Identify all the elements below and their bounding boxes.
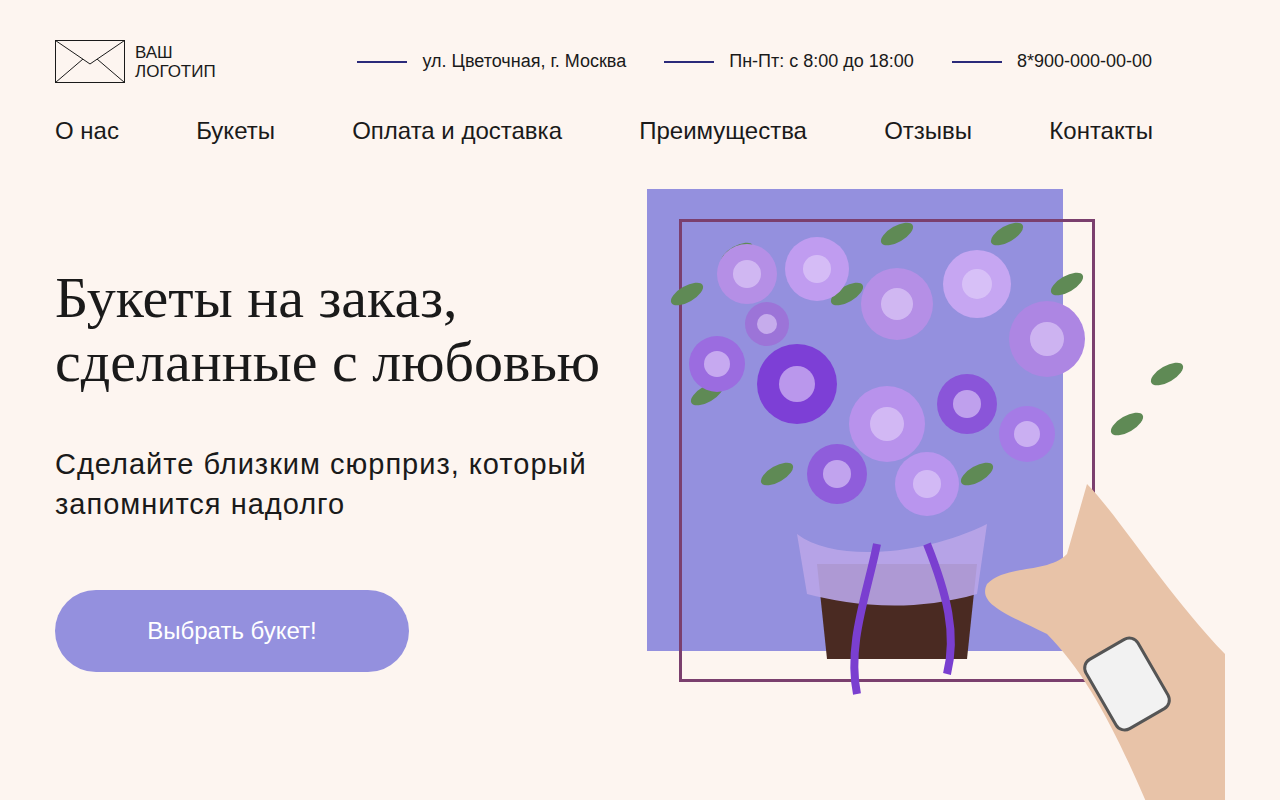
envelope-icon [55, 40, 125, 83]
hero-title: Букеты на заказ,сделанные с любовью [55, 266, 647, 394]
title-line: Букеты на заказ, [55, 266, 647, 330]
info-bar: ул. Цветочная, г. Москва Пн-Пт: с 8:00 до… [357, 48, 1152, 75]
info-line [357, 61, 407, 63]
bouquet-photo [647, 174, 1225, 800]
logo-line: ЛОГОТИП [135, 62, 216, 81]
info-text: 8*900-000-00-00 [1017, 48, 1152, 75]
header: ВАШЛОГОТИП ул. Цветочная, г. Москва Пн-Пт:… [0, 0, 1280, 83]
hero: Букеты на заказ,сделанные с любовью Сдела… [0, 174, 1280, 800]
nav-item[interactable]: Отзывы [884, 113, 972, 149]
logo[interactable]: ВАШЛОГОТИП [55, 40, 216, 83]
title-line: сделанные с любовью [55, 330, 647, 394]
nav-item[interactable]: Преимущества [639, 113, 807, 149]
main-nav: О нас Букеты Оплата и доставка Преимущества… [55, 113, 1153, 149]
hero-text: Букеты на заказ,сделанные с любовью Сдела… [0, 174, 647, 800]
hero-subtitle: Сделайте близким сюрприз, который запомн… [55, 444, 645, 524]
nav-item[interactable]: О нас [55, 113, 119, 149]
nav-item[interactable]: Оплата и доставка [352, 113, 562, 149]
logo-line: ВАШ [135, 43, 216, 62]
info-text: Пн-Пт: с 8:00 до 18:00 [729, 48, 914, 75]
info-line [664, 61, 714, 63]
logo-text: ВАШЛОГОТИП [135, 43, 216, 81]
info-item: Пн-Пт: с 8:00 до 18:00 [664, 48, 914, 75]
nav-item[interactable]: Контакты [1049, 113, 1153, 149]
info-item: 8*900-000-00-00 [952, 48, 1152, 75]
choose-bouquet-button[interactable]: Выбрать букет! [55, 590, 409, 672]
info-line [952, 61, 1002, 63]
bouquet-icon [647, 174, 1225, 800]
nav-item[interactable]: Букеты [196, 113, 275, 149]
info-item: ул. Цветочная, г. Москва [357, 48, 626, 75]
info-text: ул. Цветочная, г. Москва [422, 48, 626, 75]
